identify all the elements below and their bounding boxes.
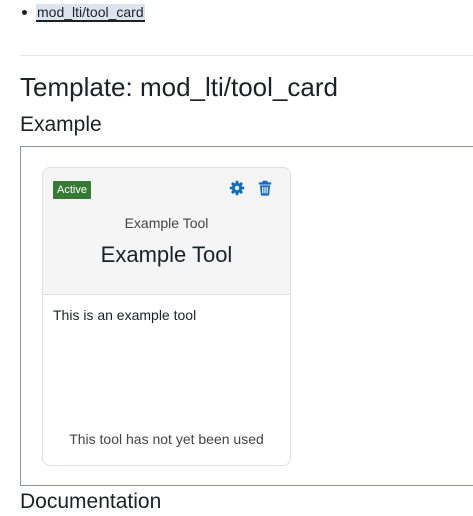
nav-link-tool-card[interactable]: mod_lti/tool_card — [36, 4, 145, 22]
trash-icon — [257, 180, 273, 196]
tool-name-subtitle: Example Tool — [124, 215, 209, 231]
tool-card: Active Example Tool Example Tool This is… — [42, 167, 291, 466]
documentation-heading: Documentation — [20, 490, 162, 513]
delete-tool-button[interactable] — [257, 180, 273, 196]
configure-tool-button[interactable] — [229, 180, 245, 196]
example-container: Active Example Tool Example Tool This is… — [20, 146, 473, 486]
divider — [20, 55, 473, 56]
example-heading: Example — [20, 113, 102, 136]
status-badge: Active — [53, 181, 91, 199]
gear-icon — [229, 180, 245, 196]
tool-usage-text: This tool has not yet been used — [69, 431, 264, 447]
tool-description: This is an example tool — [53, 307, 197, 323]
nav-list-item: mod_lti/tool_card — [22, 2, 145, 22]
tool-card-header: Active Example Tool Example Tool — [43, 168, 290, 295]
tool-name-title: Example Tool — [100, 242, 233, 267]
page-title: Template: mod_lti/tool_card — [20, 72, 338, 102]
template-nav-list: mod_lti/tool_card — [22, 2, 145, 22]
